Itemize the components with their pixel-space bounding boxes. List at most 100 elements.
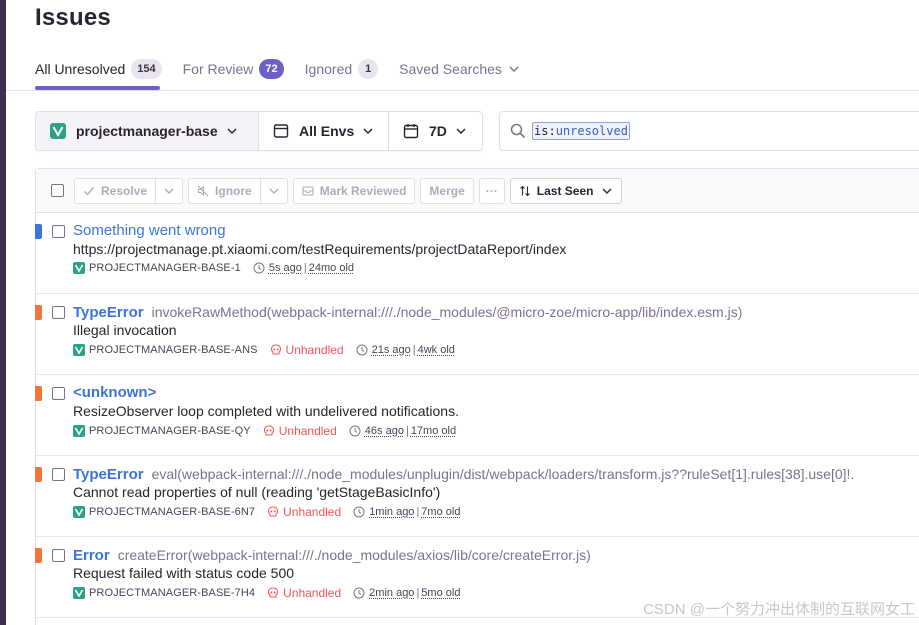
last-seen: 1min ago <box>369 506 415 518</box>
issue-meta: PROJECTMANAGER-BASE-ANS Unhandled 21s ag… <box>73 343 455 357</box>
vue-logo-icon <box>73 262 85 274</box>
page-title: Issues <box>35 4 111 31</box>
count-badge: 72 <box>259 59 284 79</box>
issue-location: createError(webpack-internal:///./node_m… <box>117 547 591 563</box>
issue-short-id[interactable]: PROJECTMANAGER-BASE-7H4 <box>73 587 255 599</box>
clock-icon <box>349 425 361 437</box>
level-indicator-error <box>35 386 42 401</box>
issue-title[interactable]: Error createError(webpack-internal:///./n… <box>73 546 591 565</box>
ignore-button[interactable]: Ignore <box>188 177 261 204</box>
skull-icon <box>270 344 281 355</box>
tab-for-review[interactable]: For Review 72 <box>183 56 284 82</box>
unhandled-tag: Unhandled <box>270 343 344 357</box>
divider: | <box>412 344 416 356</box>
sort-label: Last Seen <box>536 183 594 198</box>
tab-label: Saved Searches <box>399 61 502 77</box>
issue-short-id[interactable]: PROJECTMANAGER-BASE-ANS <box>73 344 258 356</box>
vue-logo-icon <box>73 587 85 599</box>
search-token-value: unresolved <box>555 124 628 138</box>
last-seen: 46s ago <box>364 425 404 437</box>
issue-type-link[interactable]: TypeError <box>73 304 144 321</box>
unhandled-tag: Unhandled <box>267 505 341 519</box>
divider: | <box>303 262 307 274</box>
merge-label: Merge <box>429 183 465 198</box>
issue-meta: PROJECTMANAGER-BASE-6N7 Unhandled 1min a… <box>73 505 460 519</box>
bulk-actions-toolbar: Resolve Ignore Mark Reviewed Merge ··· L… <box>36 169 919 213</box>
short-id-label: PROJECTMANAGER-BASE-6N7 <box>89 506 256 518</box>
issue-short-id[interactable]: PROJECTMANAGER-BASE-QY <box>73 425 251 437</box>
vue-logo-icon <box>50 123 66 139</box>
tab-saved-searches[interactable]: Saved Searches <box>399 56 520 82</box>
last-seen: 5s ago <box>268 262 302 274</box>
watermark-text: CSDN @一个努力冲出体制的互联网女工 <box>643 601 915 618</box>
issue-short-id[interactable]: PROJECTMANAGER-BASE-6N7 <box>73 506 255 518</box>
issue-tabs: All Unresolved 154 For Review 72 Ignored… <box>35 56 541 90</box>
issue-checkbox[interactable] <box>52 225 65 238</box>
first-seen-age: 7mo old <box>421 506 461 518</box>
clock-icon <box>353 587 365 599</box>
environment-selector[interactable]: All Envs <box>258 112 388 150</box>
short-id-label: PROJECTMANAGER-BASE-7H4 <box>89 587 256 599</box>
first-seen-age: 5mo old <box>421 587 461 599</box>
issue-type-link[interactable]: Something went wrong <box>73 222 226 239</box>
issue-message: Request failed with status code 500 <box>73 565 295 581</box>
issue-location: eval(webpack-internal:///./node_modules/… <box>151 466 855 482</box>
first-seen-age: 24mo old <box>308 262 355 274</box>
project-selector[interactable]: projectmanager-base <box>36 112 258 150</box>
issue-title[interactable]: Something went wrong <box>73 222 226 240</box>
clock-icon <box>356 344 368 356</box>
issue-row[interactable]: Something went wrong https://projectmana… <box>35 213 919 294</box>
divider: | <box>416 587 420 599</box>
issue-type-link[interactable]: <unknown> <box>73 384 156 401</box>
issue-timestamps: 2min ago | 5mo old <box>353 587 460 599</box>
issue-short-id[interactable]: PROJECTMANAGER-BASE-1 <box>73 262 241 274</box>
sort-icon <box>519 185 530 196</box>
project-name: projectmanager-base <box>76 123 218 139</box>
select-all-checkbox[interactable] <box>51 184 64 197</box>
environment-label: All Envs <box>299 123 355 139</box>
issue-checkbox[interactable] <box>52 387 65 400</box>
ignore-options-button[interactable] <box>260 177 288 204</box>
issue-type-link[interactable]: Error <box>73 547 110 564</box>
vue-logo-icon <box>73 344 85 356</box>
skull-icon <box>268 587 279 598</box>
issue-row[interactable]: <unknown> ResizeObserver loop completed … <box>35 375 919 456</box>
vue-logo-icon <box>73 425 85 437</box>
sort-button[interactable]: Last Seen <box>509 177 623 204</box>
calendar-icon <box>403 124 419 139</box>
divider: | <box>416 506 420 518</box>
more-actions-button[interactable]: ··· <box>478 177 505 204</box>
issue-checkbox[interactable] <box>52 468 65 481</box>
clock-icon <box>253 262 265 274</box>
unhandled-label: Unhandled <box>285 343 344 357</box>
tab-label: Ignored <box>304 61 353 77</box>
resolve-button[interactable]: Resolve <box>74 177 157 204</box>
ellipsis-icon: ··· <box>485 183 498 198</box>
merge-button[interactable]: Merge <box>420 177 474 204</box>
window-icon <box>273 124 289 138</box>
tab-ignored[interactable]: Ignored 1 <box>304 56 379 82</box>
mark-reviewed-button[interactable]: Mark Reviewed <box>292 177 416 204</box>
issue-type-link[interactable]: TypeError <box>73 466 144 483</box>
checkmark-icon <box>84 186 95 196</box>
issue-title[interactable]: <unknown> <box>73 384 156 402</box>
count-badge: 1 <box>358 59 379 79</box>
issue-checkbox[interactable] <box>52 549 65 562</box>
chevron-down-icon <box>363 128 373 135</box>
issue-row[interactable]: TypeError invokeRawMethod(webpack-interna… <box>35 294 919 375</box>
issue-meta: PROJECTMANAGER-BASE-1 5s ago | 24mo old <box>73 262 354 274</box>
date-range-selector[interactable]: 7D <box>388 112 482 150</box>
issue-checkbox[interactable] <box>52 306 65 319</box>
search-token[interactable]: is:unresolved <box>532 122 630 140</box>
issue-title[interactable]: TypeError invokeRawMethod(webpack-interna… <box>73 303 742 322</box>
chevron-down-icon <box>509 66 519 72</box>
issue-timestamps: 5s ago | 24mo old <box>253 262 354 274</box>
level-indicator-error <box>35 305 42 320</box>
issue-meta: PROJECTMANAGER-BASE-QY Unhandled 46s ago… <box>73 424 456 438</box>
issue-message: Cannot read properties of null (reading … <box>73 484 441 500</box>
tab-all-unresolved[interactable]: All Unresolved 154 <box>35 56 162 82</box>
resolve-options-button[interactable] <box>156 177 184 204</box>
issue-search-input[interactable]: is:unresolved <box>499 111 919 151</box>
issue-row[interactable]: TypeError eval(webpack-internal:///./node… <box>35 456 919 537</box>
issue-title[interactable]: TypeError eval(webpack-internal:///./node… <box>73 465 854 484</box>
